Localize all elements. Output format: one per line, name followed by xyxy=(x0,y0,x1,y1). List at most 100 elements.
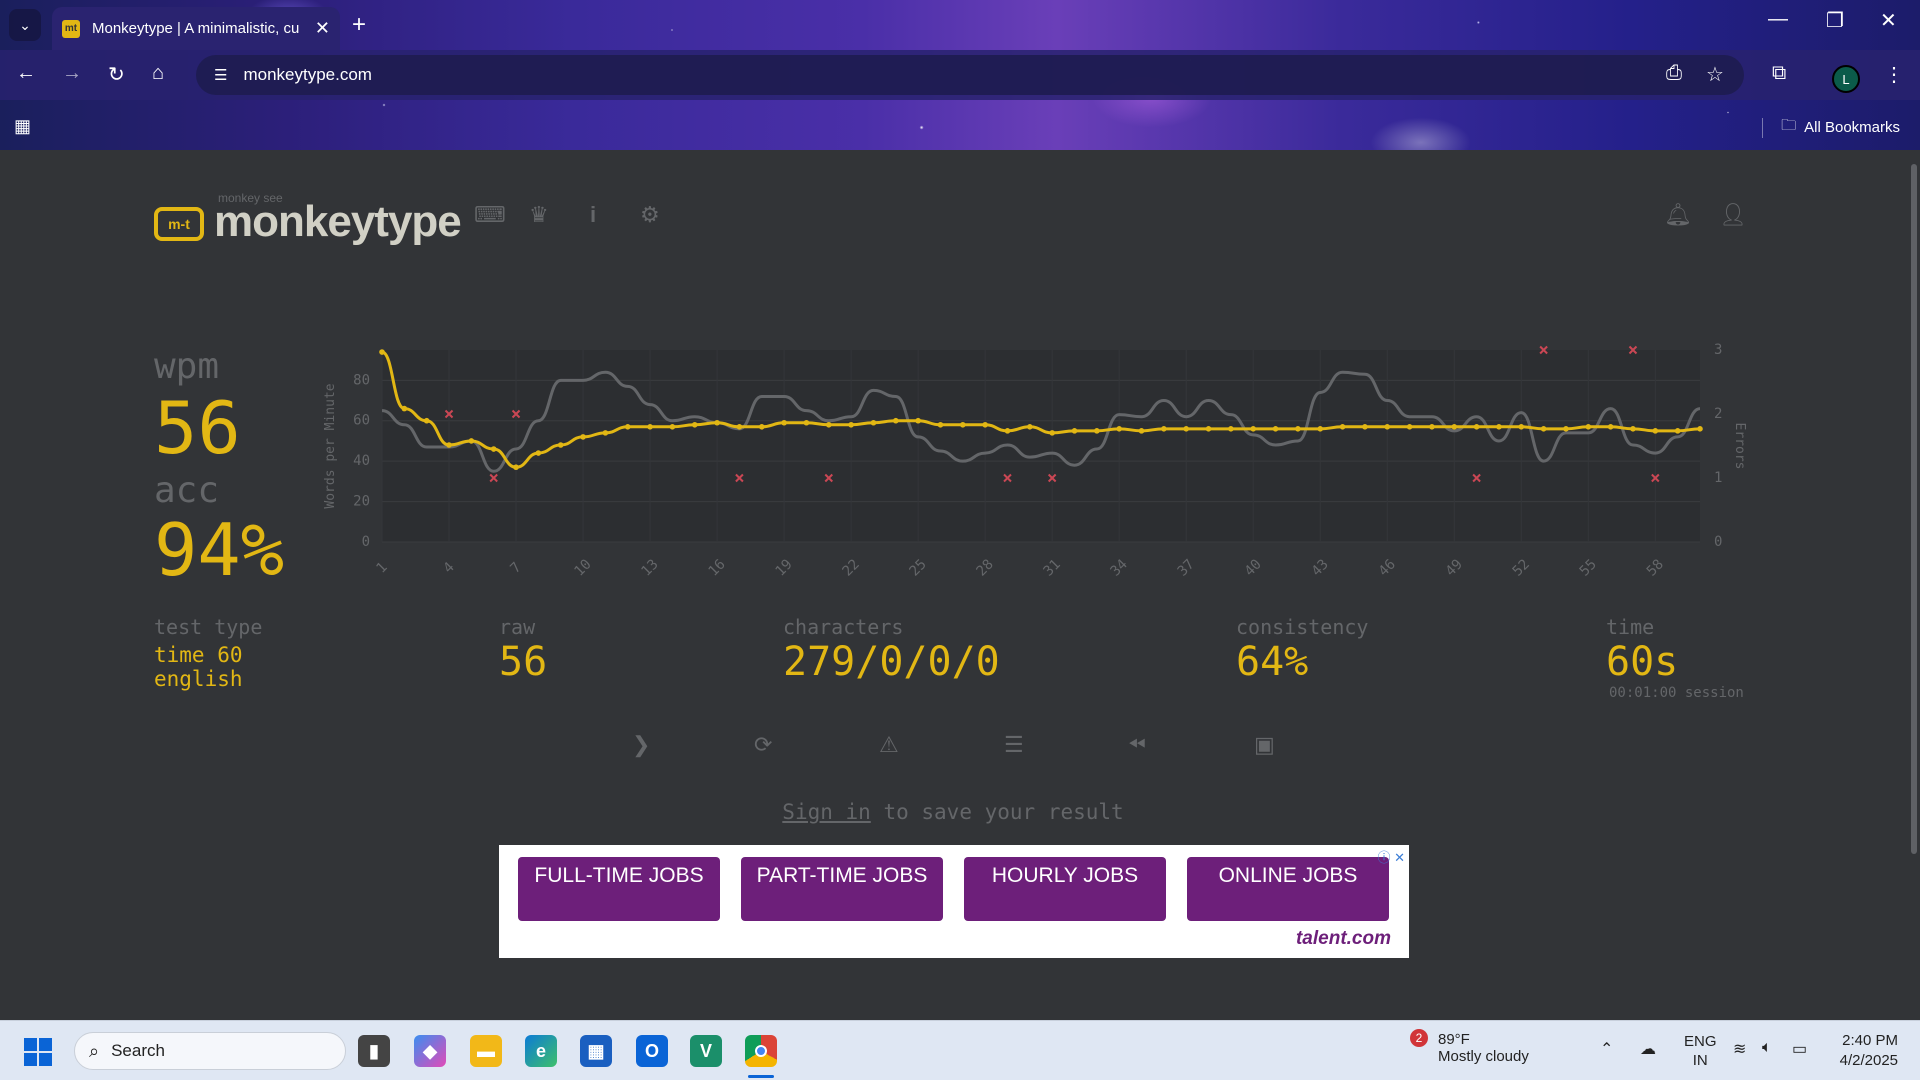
x-tick-label: 37 xyxy=(1175,556,1198,579)
volume-icon[interactable]: 🔈︎ xyxy=(1762,1039,1772,1057)
ad-parttime-button[interactable]: PART-TIME JOBS xyxy=(741,857,943,921)
x-tick-label: 25 xyxy=(907,556,930,579)
ad-brand: talent.com xyxy=(1295,928,1391,949)
install-app-icon[interactable]: ⎙ xyxy=(1666,62,1682,85)
chrome-icon[interactable] xyxy=(745,1035,777,1067)
lang-line2: IN xyxy=(1692,1052,1708,1069)
wpm-point xyxy=(513,464,519,471)
extensions-icon[interactable]: ⧉ xyxy=(1772,62,1786,85)
restore-icon[interactable]: ❐ xyxy=(1826,8,1844,33)
wpm-label: wpm xyxy=(154,346,220,387)
battery-icon[interactable]: ▭ xyxy=(1792,1039,1807,1059)
y2-tick-label: 2 xyxy=(1714,406,1722,422)
account-icon[interactable]: 👤︎ xyxy=(1719,202,1747,228)
edge-icon[interactable]: e xyxy=(525,1035,557,1067)
home-icon[interactable]: ⌂ xyxy=(152,62,164,85)
ad-online-button[interactable]: ONLINE JOBS xyxy=(1187,857,1389,921)
wpm-point xyxy=(1272,426,1279,432)
apps-grid-icon[interactable]: ▦ xyxy=(14,116,31,137)
x-tick-label: 28 xyxy=(974,556,997,579)
wpm-point xyxy=(1563,426,1569,432)
ad-banner[interactable]: FULL-TIME JOBS PART-TIME JOBS HOURLY JOB… xyxy=(499,845,1409,958)
profile-avatar[interactable]: L xyxy=(1832,65,1860,93)
minimize-icon[interactable]: — xyxy=(1768,8,1788,31)
y-tick-label: 20 xyxy=(353,494,370,510)
address-bar[interactable]: ☰ monkeytype.com xyxy=(196,55,1744,95)
wpm-point xyxy=(1384,424,1391,430)
all-bookmarks-button[interactable]: 🗀 All Bookmarks xyxy=(1762,115,1900,140)
replay-icon[interactable]: ⏪︎ xyxy=(1128,732,1146,758)
ad-fulltime-button[interactable]: FULL-TIME JOBS xyxy=(518,857,720,921)
wpm-point xyxy=(1518,424,1525,430)
onedrive-cloud-icon[interactable]: ☁ xyxy=(1640,1039,1656,1059)
bookmark-star-icon[interactable]: ☆ xyxy=(1706,62,1724,87)
tab-monkeytype[interactable]: mt Monkeytype | A minimalistic, cu ✕ xyxy=(52,7,340,50)
wpm-point xyxy=(1071,428,1078,434)
wpm-point xyxy=(423,417,430,424)
reload-icon[interactable]: ↻ xyxy=(108,62,125,87)
file-explorer-icon[interactable]: ▬ xyxy=(470,1035,502,1067)
weather-temp: 89°F xyxy=(1438,1031,1470,1048)
taskbar-search[interactable]: ⌕ Search xyxy=(74,1032,346,1070)
vs-icon[interactable]: V xyxy=(690,1035,722,1067)
lang-line1: ENG xyxy=(1684,1033,1717,1050)
restart-icon[interactable]: ⟳ xyxy=(754,732,772,758)
gear-icon[interactable]: ⚙ xyxy=(640,202,660,228)
wpm-point xyxy=(1205,426,1212,432)
chevron-up-icon[interactable]: ⌃ xyxy=(1600,1039,1613,1059)
raw-value: 56 xyxy=(499,639,548,685)
wpm-point xyxy=(1317,426,1324,432)
outlook-icon[interactable]: O xyxy=(636,1035,668,1067)
new-tab-button[interactable]: + xyxy=(352,11,366,39)
wpm-point xyxy=(1183,426,1190,432)
clock[interactable]: 2:40 PM 4/2/2025 xyxy=(1840,1031,1898,1071)
url-text: monkeytype.com xyxy=(243,65,372,84)
logo-text: monkeytype xyxy=(214,197,462,246)
tab-search-button[interactable]: ⌄ xyxy=(9,9,41,41)
wpm-chart: 02040608001231 4 7 10 13 16 19 22 25 28 31 34 37 40 43… xyxy=(323,342,1747,580)
wpm-point xyxy=(1674,428,1681,434)
menu-kebab-icon[interactable]: ⋮ xyxy=(1884,62,1904,87)
wpm-point xyxy=(669,424,676,430)
wpm-point xyxy=(714,419,720,426)
keyboard-icon[interactable]: ⌨ xyxy=(474,202,506,228)
ad-hourly-button[interactable]: HOURLY JOBS xyxy=(964,857,1166,921)
copilot-icon[interactable]: ◆ xyxy=(414,1035,446,1067)
y2-tick-label: 0 xyxy=(1714,534,1722,550)
store-icon[interactable]: ▦ xyxy=(580,1035,612,1067)
ad-close-icon[interactable]: ⓘ ✕ xyxy=(1377,847,1405,866)
language-indicator[interactable]: ENG IN xyxy=(1684,1032,1717,1070)
wpm-point xyxy=(870,419,877,426)
wifi-icon[interactable]: ≋ xyxy=(1733,1039,1746,1059)
warning-icon[interactable]: ⚠ xyxy=(879,732,899,758)
task-view-icon[interactable]: ▮ xyxy=(358,1035,390,1067)
wpm-point xyxy=(1138,428,1145,434)
x-tick-label: 46 xyxy=(1376,556,1399,579)
scrollbar[interactable] xyxy=(1906,150,1920,1020)
taskbar-search-label: Search xyxy=(111,1041,165,1060)
wpm-point xyxy=(937,421,944,428)
wpm-point xyxy=(960,421,966,428)
site-info-icon[interactable]: ☰ xyxy=(214,66,227,84)
back-icon[interactable]: ← xyxy=(16,62,36,85)
consistency-value: 64% xyxy=(1236,639,1309,685)
tab-close-icon[interactable]: ✕ xyxy=(315,18,330,39)
x-tick-label: 49 xyxy=(1443,556,1466,579)
signin-link[interactable]: Sign in xyxy=(782,800,871,824)
windows-start-icon[interactable] xyxy=(24,1038,52,1066)
screenshot-icon[interactable]: ▣ xyxy=(1254,732,1275,758)
forward-icon[interactable]: → xyxy=(62,62,82,85)
y-axis-label: Words per Minute xyxy=(323,383,338,508)
next-test-icon[interactable]: ❯ xyxy=(632,732,650,758)
wpm-point xyxy=(736,424,743,430)
wpm-point xyxy=(535,450,542,456)
wpm-point xyxy=(1697,426,1703,432)
bell-icon[interactable]: 🔔︎ xyxy=(1664,202,1692,228)
crown-icon[interactable]: ♛ xyxy=(529,202,549,228)
x-tick-label: 10 xyxy=(571,556,594,579)
info-icon[interactable]: i xyxy=(590,202,596,228)
words-history-icon[interactable]: ☰ xyxy=(1004,732,1024,758)
weather-widget[interactable]: 89°F Mostly cloudy xyxy=(1400,1031,1529,1065)
wpm-point xyxy=(982,421,988,428)
close-window-icon[interactable]: ✕ xyxy=(1880,8,1897,33)
